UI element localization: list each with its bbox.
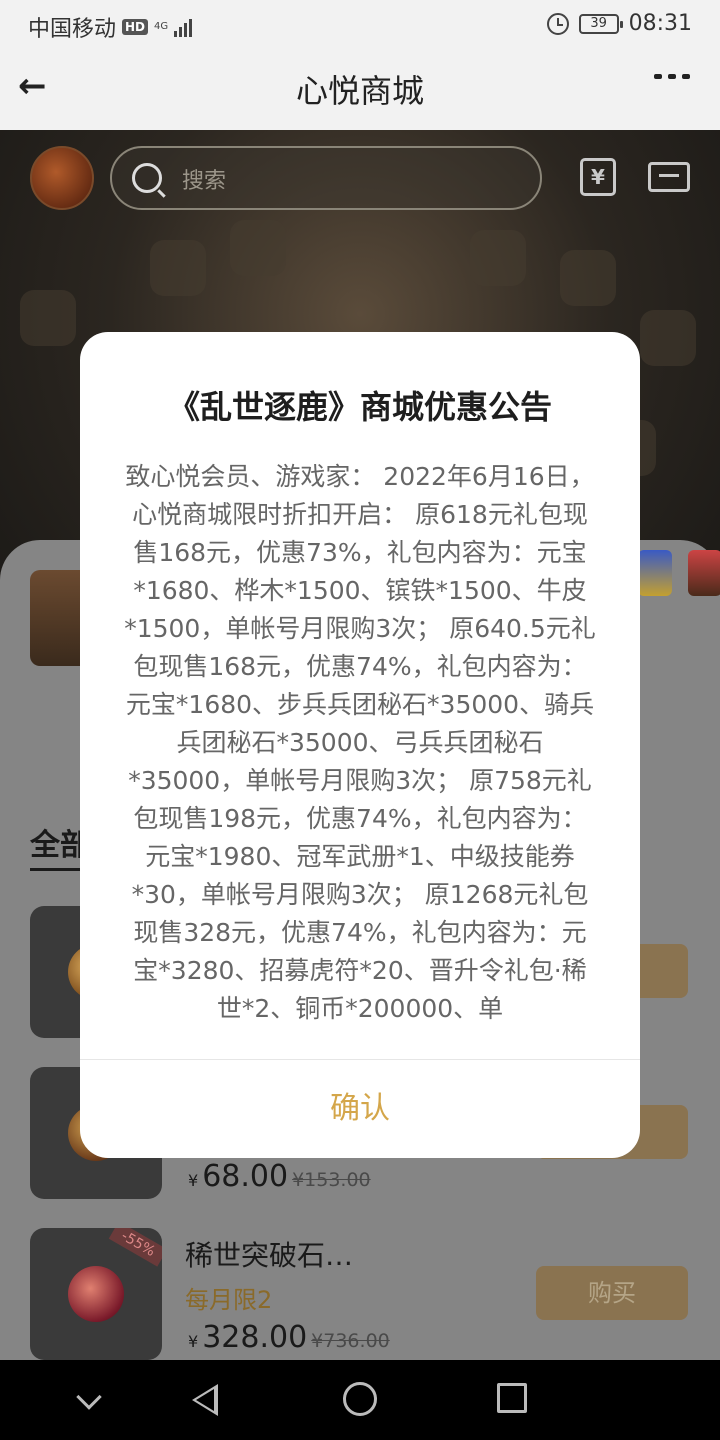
banner-tile — [470, 230, 526, 286]
product-image — [68, 1266, 124, 1322]
banner-tile — [20, 290, 76, 346]
product-thumbnail: -55% — [30, 1228, 162, 1360]
currency-symbol: ¥ — [188, 1332, 199, 1351]
announcement-dialog: 《乱世逐鹿》商城优惠公告 致心悦会员、游戏家： 2022年6月16日，心悦商城限… — [80, 332, 640, 1158]
game-thumbnail[interactable] — [638, 550, 672, 596]
buy-button[interactable]: 购买 — [536, 1266, 688, 1320]
signal-icon — [174, 17, 193, 37]
more-options-icon[interactable] — [654, 74, 690, 79]
app-header: ← 心悦商城 — [0, 50, 720, 130]
page-title: 心悦商城 — [295, 72, 424, 110]
original-price: ¥736.00 — [311, 1330, 390, 1352]
purchase-limit: 每月限2 — [185, 1286, 273, 1314]
price-row: ¥ 68.00 ¥153.00 — [188, 1159, 371, 1194]
original-price: ¥153.00 — [292, 1169, 371, 1191]
network-label: 4G — [154, 21, 169, 32]
status-right: 39 08:31 — [546, 11, 692, 36]
search-placeholder: 搜索 — [182, 169, 227, 194]
status-bar: 中国移动 HD 4G 39 08:31 — [0, 0, 720, 50]
nav-recents-icon[interactable] — [497, 1383, 527, 1413]
clock: 08:31 — [628, 11, 692, 36]
status-left: 中国移动 HD 4G — [28, 11, 193, 43]
game-thumbnail[interactable] — [688, 550, 720, 596]
product-name: 稀世突破石… — [185, 1239, 354, 1272]
alarm-icon — [546, 12, 569, 35]
dialog-body[interactable]: 致心悦会员、游戏家： 2022年6月16日，心悦商城限时折扣开启： 原618元礼… — [124, 458, 596, 1058]
list-item[interactable]: -55% 稀世突破石… 每月限2 ¥ 328.00 ¥736.00 购买 — [30, 1228, 710, 1360]
carrier-label: 中国移动 — [28, 17, 117, 42]
coupon-icon[interactable] — [648, 162, 690, 192]
banner-tile — [560, 250, 616, 306]
search-input[interactable]: 搜索 — [110, 146, 542, 210]
price: 68.00 — [202, 1159, 289, 1194]
banner-tile — [230, 220, 286, 276]
system-nav-bar — [0, 1360, 720, 1440]
nav-back-icon[interactable] — [192, 1384, 218, 1416]
nav-home-icon[interactable] — [343, 1382, 377, 1416]
currency-symbol: ¥ — [188, 1171, 199, 1190]
hd-icon: HD — [122, 19, 149, 35]
wallet-icon[interactable]: ¥ — [580, 158, 616, 196]
confirm-button[interactable]: 确认 — [80, 1060, 640, 1158]
banner-tile — [150, 240, 206, 296]
hide-nav-icon[interactable] — [76, 1384, 102, 1410]
avatar[interactable] — [30, 146, 94, 210]
battery-icon: 39 — [578, 13, 623, 34]
banner-tile — [640, 310, 696, 366]
discount-badge: -55% — [108, 1228, 162, 1267]
dialog-title: 《乱世逐鹿》商城优惠公告 — [167, 388, 552, 426]
search-icon — [132, 163, 162, 193]
price: 328.00 — [202, 1320, 308, 1355]
price-row: ¥ 328.00 ¥736.00 — [188, 1320, 390, 1355]
